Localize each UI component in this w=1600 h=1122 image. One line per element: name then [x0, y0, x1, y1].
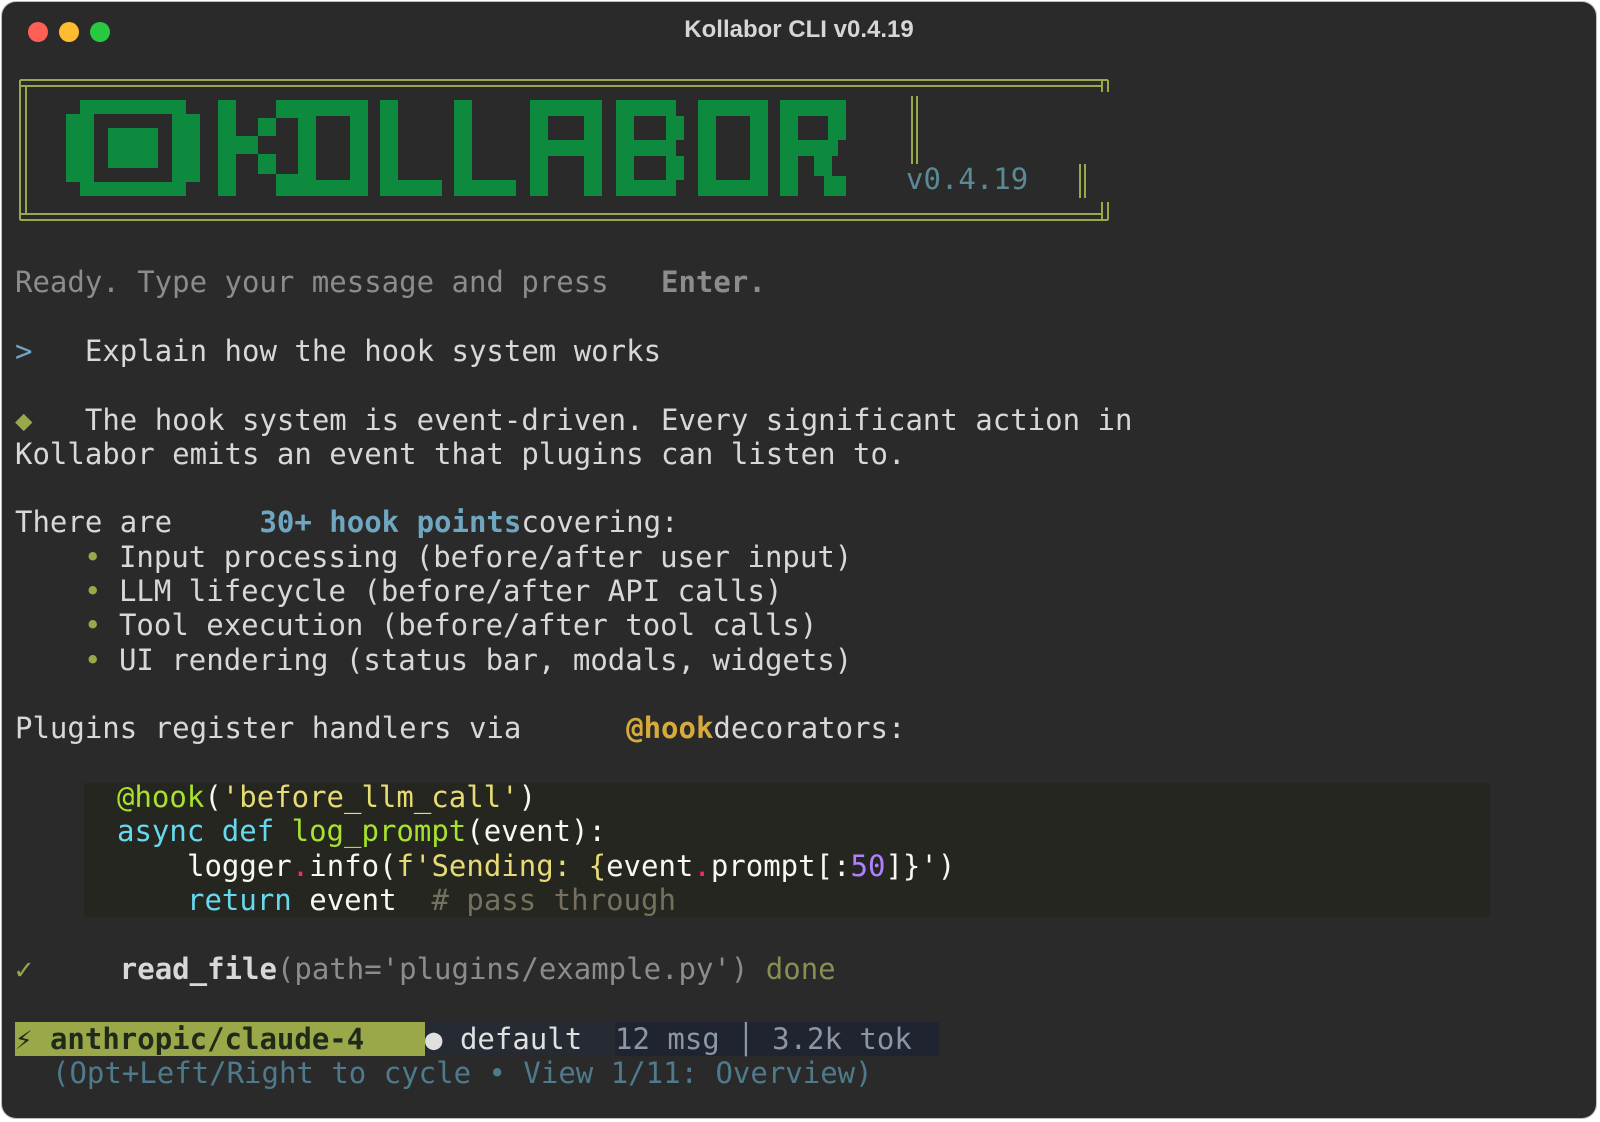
code-line-4: return event # pass through	[187, 883, 676, 917]
list-item: • Input processing (before/after user in…	[84, 540, 853, 574]
profile-segment[interactable]: ● default	[425, 1022, 615, 1056]
tool-call-line: ✓ read_file(path='plugins/example.py') d…	[15, 952, 836, 986]
assistant-line-1: ◆ The hook system is event-driven. Every…	[15, 403, 1133, 437]
model-name: anthropic/claude-4	[49, 1022, 365, 1056]
version-label: v0.4.19	[906, 162, 1029, 196]
profile-dot-icon: ●	[425, 1022, 443, 1056]
ready-line: Ready. Type your message and press Enter…	[15, 265, 766, 299]
profile-name: default	[459, 1022, 583, 1056]
title-bar: Kollabor CLI v0.4.19	[2, 2, 1596, 62]
plugins-line: Plugins register handlers via @hookdecor…	[15, 711, 906, 745]
code-line-1: @hook('before_llm_call')	[117, 780, 537, 814]
tool-name: read_file	[119, 952, 277, 986]
assistant-diamond-icon: ◆	[15, 403, 33, 437]
list-item: • Tool execution (before/after tool call…	[84, 608, 818, 642]
terminal-window: Kollabor CLI v0.4.19 v0.4.19 Ready. Type…	[2, 2, 1596, 1118]
kollabor-logo	[66, 100, 846, 196]
user-message-text: Explain how the hook system works	[84, 334, 662, 368]
list-item: • LLM lifecycle (before/after API calls)	[84, 574, 783, 608]
window-title: Kollabor CLI v0.4.19	[684, 16, 914, 43]
assistant-line-2: Kollabor emits an event that plugins can…	[15, 437, 906, 471]
stats-segment: 12 msg │ 3.2k tok	[615, 1022, 939, 1056]
code-line-3: logger.info(f'Sending: {event.prompt[:50…	[187, 849, 956, 883]
there-are-line: There are 30+ hook pointscovering:	[15, 505, 679, 539]
kollabor-banner: v0.4.19	[18, 76, 1132, 224]
view-cycle-hint: (Opt+Left/Right to cycle • View 1/11: Ov…	[52, 1056, 873, 1090]
lightning-icon: ⚡	[15, 1022, 33, 1056]
list-item: • UI rendering (status bar, modals, widg…	[84, 643, 853, 677]
check-icon: ✓	[15, 952, 33, 986]
user-message: > Explain how the hook system works	[15, 334, 661, 368]
prompt-symbol: >	[15, 334, 33, 368]
tool-status: done	[765, 952, 836, 986]
code-line-2: async def log_prompt(event):	[117, 814, 606, 848]
model-segment[interactable]: ⚡ anthropic/claude-4	[15, 1022, 425, 1056]
status-bar: ⚡ anthropic/claude-4 ● default 12 msg │ …	[15, 1022, 939, 1056]
